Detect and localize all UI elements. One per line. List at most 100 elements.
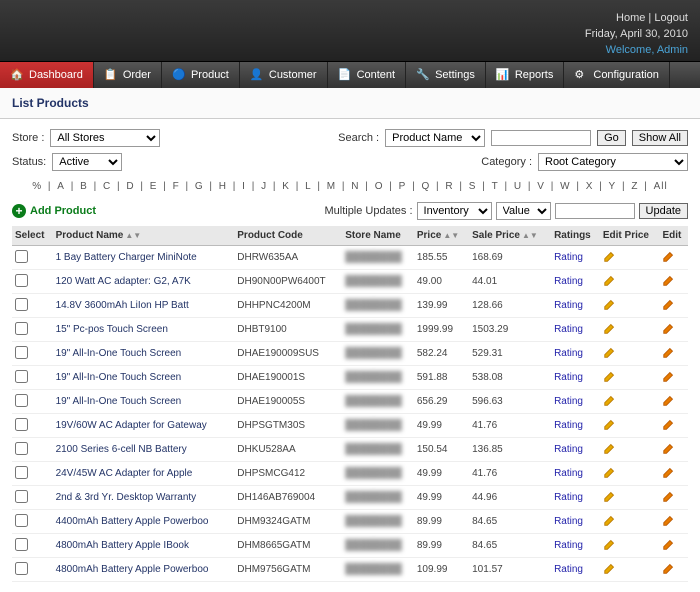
edit-icon[interactable] [662, 351, 676, 362]
edit-price-icon[interactable] [603, 423, 617, 434]
edit-price-icon[interactable] [603, 567, 617, 578]
edit-icon[interactable] [662, 327, 676, 338]
row-checkbox[interactable] [15, 394, 28, 407]
alpha-B[interactable]: B [78, 181, 90, 192]
alpha-O[interactable]: O [373, 181, 386, 192]
multi-field-select[interactable]: Inventory [417, 202, 492, 220]
product-name[interactable]: 2100 Series 6-cell NB Battery [53, 438, 235, 462]
home-link[interactable]: Home [616, 12, 645, 24]
edit-icon[interactable] [662, 303, 676, 314]
alpha-S[interactable]: S [467, 181, 479, 192]
rating-link[interactable]: Rating [554, 372, 583, 383]
alpha-U[interactable]: U [512, 181, 524, 192]
rating-link[interactable]: Rating [554, 564, 583, 575]
rating-link[interactable]: Rating [554, 444, 583, 455]
edit-price-icon[interactable] [603, 327, 617, 338]
product-name[interactable]: 19" All-In-One Touch Screen [53, 342, 235, 366]
nav-content[interactable]: 📄Content [328, 62, 407, 88]
row-checkbox[interactable] [15, 490, 28, 503]
rating-link[interactable]: Rating [554, 396, 583, 407]
edit-icon[interactable] [662, 567, 676, 578]
alpha-L[interactable]: L [303, 181, 314, 192]
alpha-Q[interactable]: Q [419, 181, 432, 192]
edit-price-icon[interactable] [603, 279, 617, 290]
alpha-A[interactable]: A [55, 181, 67, 192]
edit-icon[interactable] [662, 447, 676, 458]
edit-price-icon[interactable] [603, 351, 617, 362]
logout-link[interactable]: Logout [654, 12, 688, 24]
edit-icon[interactable] [662, 255, 676, 266]
edit-price-icon[interactable] [603, 399, 617, 410]
alpha-V[interactable]: V [535, 181, 547, 192]
edit-icon[interactable] [662, 471, 676, 482]
edit-icon[interactable] [662, 519, 676, 530]
alpha-M[interactable]: M [325, 181, 338, 192]
search-by-select[interactable]: Product Name [385, 129, 485, 147]
row-checkbox[interactable] [15, 514, 28, 527]
col-code[interactable]: Product Code [234, 226, 342, 246]
rating-link[interactable]: Rating [554, 252, 583, 263]
row-checkbox[interactable] [15, 370, 28, 383]
store-select[interactable]: All Stores [50, 129, 160, 147]
edit-price-icon[interactable] [603, 519, 617, 530]
alpha-D[interactable]: D [124, 181, 136, 192]
row-checkbox[interactable] [15, 418, 28, 431]
rating-link[interactable]: Rating [554, 540, 583, 551]
alpha-T[interactable]: T [490, 181, 501, 192]
edit-price-icon[interactable] [603, 471, 617, 482]
rating-link[interactable]: Rating [554, 300, 583, 311]
row-checkbox[interactable] [15, 466, 28, 479]
rating-link[interactable]: Rating [554, 420, 583, 431]
edit-price-icon[interactable] [603, 495, 617, 506]
row-checkbox[interactable] [15, 274, 28, 287]
alpha-C[interactable]: C [101, 181, 113, 192]
product-name[interactable]: 4800mAh Battery Apple Powerboo [53, 558, 235, 582]
alpha-All[interactable]: All [652, 181, 670, 192]
product-name[interactable]: 14.8V 3600mAh LiIon HP Batt [53, 294, 235, 318]
row-checkbox[interactable] [15, 322, 28, 335]
nav-customer[interactable]: 👤Customer [240, 62, 328, 88]
product-name[interactable]: 19" All-In-One Touch Screen [53, 366, 235, 390]
alpha-W[interactable]: W [558, 181, 572, 192]
nav-configuration[interactable]: ⚙Configuration [564, 62, 669, 88]
alpha-K[interactable]: K [280, 181, 292, 192]
rating-link[interactable]: Rating [554, 468, 583, 479]
edit-icon[interactable] [662, 495, 676, 506]
row-checkbox[interactable] [15, 298, 28, 311]
multi-op-select[interactable]: Value [496, 202, 551, 220]
row-checkbox[interactable] [15, 346, 28, 359]
edit-icon[interactable] [662, 375, 676, 386]
alpha-J[interactable]: J [259, 181, 269, 192]
show-all-button[interactable]: Show All [632, 130, 688, 146]
rating-link[interactable]: Rating [554, 324, 583, 335]
col-name[interactable]: Product Name▲▼ [53, 226, 235, 246]
multi-value-input[interactable] [555, 203, 635, 219]
edit-price-icon[interactable] [603, 255, 617, 266]
edit-price-icon[interactable] [603, 447, 617, 458]
alpha-H[interactable]: H [217, 181, 229, 192]
search-input[interactable] [491, 130, 591, 146]
product-name[interactable]: 15" Pc-pos Touch Screen [53, 318, 235, 342]
edit-price-icon[interactable] [603, 303, 617, 314]
alpha-F[interactable]: F [171, 181, 182, 192]
nav-product[interactable]: 🔵Product [162, 62, 240, 88]
col-edit-price[interactable]: Edit Price [600, 226, 660, 246]
alpha-P[interactable]: P [397, 181, 409, 192]
product-name[interactable]: 1 Bay Battery Charger MiniNote [53, 246, 235, 270]
col-ratings[interactable]: Ratings [551, 226, 600, 246]
alpha-I[interactable]: I [240, 181, 248, 192]
row-checkbox[interactable] [15, 538, 28, 551]
update-button[interactable]: Update [639, 203, 688, 219]
rating-link[interactable]: Rating [554, 516, 583, 527]
add-product-button[interactable]: + Add Product [12, 204, 96, 218]
alpha-E[interactable]: E [148, 181, 160, 192]
go-button[interactable]: Go [597, 130, 626, 146]
edit-icon[interactable] [662, 423, 676, 434]
rating-link[interactable]: Rating [554, 492, 583, 503]
alpha-X[interactable]: X [584, 181, 596, 192]
edit-price-icon[interactable] [603, 543, 617, 554]
alpha-N[interactable]: N [349, 181, 361, 192]
product-name[interactable]: 120 Watt AC adapter: G2, A7K [53, 270, 235, 294]
nav-settings[interactable]: 🔧Settings [406, 62, 486, 88]
nav-order[interactable]: 📋Order [94, 62, 162, 88]
